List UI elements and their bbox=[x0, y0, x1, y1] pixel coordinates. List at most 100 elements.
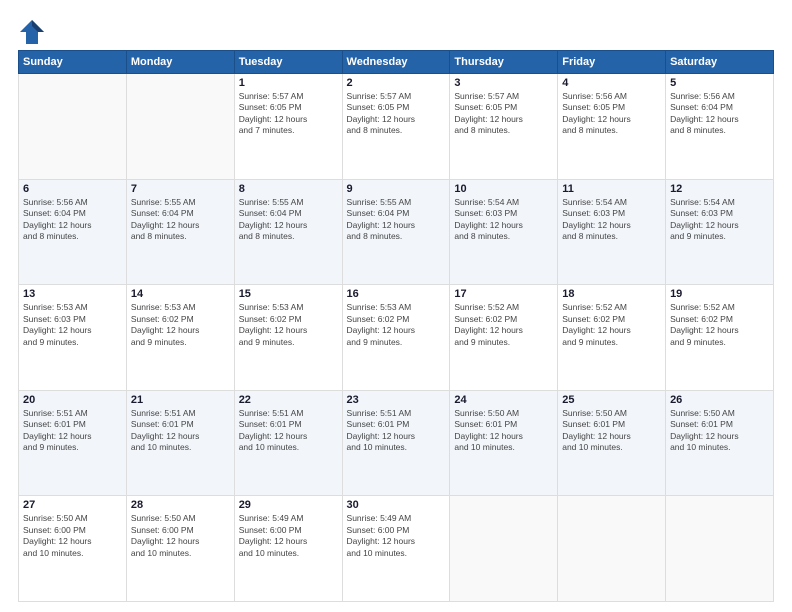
day-info: Sunrise: 5:56 AM Sunset: 6:05 PM Dayligh… bbox=[562, 91, 661, 137]
day-number: 25 bbox=[562, 394, 661, 406]
day-number: 21 bbox=[131, 394, 230, 406]
calendar-week-row: 6Sunrise: 5:56 AM Sunset: 6:04 PM Daylig… bbox=[19, 179, 774, 285]
day-number: 11 bbox=[562, 183, 661, 195]
day-number: 13 bbox=[23, 288, 122, 300]
day-number: 4 bbox=[562, 77, 661, 89]
calendar-cell: 2 Sunrise: 5:57 AM Sunset: 6:05 PM Daylig… bbox=[342, 74, 450, 180]
calendar-cell: 11 Sunrise: 5:54 AM Sunset: 6:03 PM Dayli… bbox=[558, 179, 666, 285]
day-info: Sunrise: 5:55 AM Sunset: 6:04 PM Dayligh… bbox=[131, 197, 230, 243]
calendar-header-friday: Friday bbox=[558, 51, 666, 74]
calendar-cell: 19 Sunrise: 5:52 AM Sunset: 6:02 PM Dayli… bbox=[666, 285, 774, 391]
header bbox=[18, 18, 774, 46]
day-number: 17 bbox=[454, 288, 553, 300]
calendar-header-row: SundayMondayTuesdayWednesdayThursdayFrid… bbox=[19, 51, 774, 74]
day-number: 3 bbox=[454, 77, 553, 89]
calendar-cell: 6Sunrise: 5:56 AM Sunset: 6:04 PM Daylig… bbox=[19, 179, 127, 285]
day-number: 20 bbox=[23, 394, 122, 406]
day-info: Sunrise: 5:51 AM Sunset: 6:01 PM Dayligh… bbox=[347, 408, 446, 454]
day-number: 28 bbox=[131, 499, 230, 511]
calendar-table: SundayMondayTuesdayWednesdayThursdayFrid… bbox=[18, 50, 774, 602]
calendar-header-wednesday: Wednesday bbox=[342, 51, 450, 74]
calendar-cell: 29 Sunrise: 5:49 AM Sunset: 6:00 PM Dayli… bbox=[234, 496, 342, 602]
day-number: 27 bbox=[23, 499, 122, 511]
calendar-cell: 3 Sunrise: 5:57 AM Sunset: 6:05 PM Daylig… bbox=[450, 74, 558, 180]
day-number: 8 bbox=[239, 183, 338, 195]
day-info: Sunrise: 5:52 AM Sunset: 6:02 PM Dayligh… bbox=[670, 302, 769, 348]
calendar-cell: 25 Sunrise: 5:50 AM Sunset: 6:01 PM Dayli… bbox=[558, 390, 666, 496]
day-number: 19 bbox=[670, 288, 769, 300]
calendar-header-thursday: Thursday bbox=[450, 51, 558, 74]
day-info: Sunrise: 5:52 AM Sunset: 6:02 PM Dayligh… bbox=[562, 302, 661, 348]
day-info: Sunrise: 5:54 AM Sunset: 6:03 PM Dayligh… bbox=[670, 197, 769, 243]
calendar-cell: 18 Sunrise: 5:52 AM Sunset: 6:02 PM Dayli… bbox=[558, 285, 666, 391]
day-info: Sunrise: 5:57 AM Sunset: 6:05 PM Dayligh… bbox=[239, 91, 338, 137]
calendar-cell: 13 Sunrise: 5:53 AM Sunset: 6:03 PM Dayli… bbox=[19, 285, 127, 391]
calendar-cell: 23 Sunrise: 5:51 AM Sunset: 6:01 PM Dayli… bbox=[342, 390, 450, 496]
day-info: Sunrise: 5:50 AM Sunset: 6:01 PM Dayligh… bbox=[670, 408, 769, 454]
calendar-cell bbox=[558, 496, 666, 602]
day-number: 5 bbox=[670, 77, 769, 89]
day-number: 2 bbox=[347, 77, 446, 89]
day-info: Sunrise: 5:55 AM Sunset: 6:04 PM Dayligh… bbox=[239, 197, 338, 243]
calendar-cell: 9 Sunrise: 5:55 AM Sunset: 6:04 PM Daylig… bbox=[342, 179, 450, 285]
calendar-week-row: 27 Sunrise: 5:50 AM Sunset: 6:00 PM Dayli… bbox=[19, 496, 774, 602]
calendar-cell: 26 Sunrise: 5:50 AM Sunset: 6:01 PM Dayli… bbox=[666, 390, 774, 496]
day-info: Sunrise: 5:53 AM Sunset: 6:02 PM Dayligh… bbox=[131, 302, 230, 348]
day-info: Sunrise: 5:50 AM Sunset: 6:01 PM Dayligh… bbox=[454, 408, 553, 454]
calendar-cell: 30Sunrise: 5:49 AM Sunset: 6:00 PM Dayli… bbox=[342, 496, 450, 602]
day-number: 22 bbox=[239, 394, 338, 406]
calendar-cell: 14 Sunrise: 5:53 AM Sunset: 6:02 PM Dayli… bbox=[126, 285, 234, 391]
day-info: Sunrise: 5:54 AM Sunset: 6:03 PM Dayligh… bbox=[562, 197, 661, 243]
day-info: Sunrise: 5:52 AM Sunset: 6:02 PM Dayligh… bbox=[454, 302, 553, 348]
day-number: 14 bbox=[131, 288, 230, 300]
calendar-header-sunday: Sunday bbox=[19, 51, 127, 74]
calendar-header-tuesday: Tuesday bbox=[234, 51, 342, 74]
day-info: Sunrise: 5:55 AM Sunset: 6:04 PM Dayligh… bbox=[347, 197, 446, 243]
day-info: Sunrise: 5:54 AM Sunset: 6:03 PM Dayligh… bbox=[454, 197, 553, 243]
calendar-cell: 12 Sunrise: 5:54 AM Sunset: 6:03 PM Dayli… bbox=[666, 179, 774, 285]
calendar-cell: 28 Sunrise: 5:50 AM Sunset: 6:00 PM Dayli… bbox=[126, 496, 234, 602]
day-info: Sunrise: 5:56 AM Sunset: 6:04 PM Dayligh… bbox=[670, 91, 769, 137]
day-number: 16 bbox=[347, 288, 446, 300]
calendar-cell: 17 Sunrise: 5:52 AM Sunset: 6:02 PM Dayli… bbox=[450, 285, 558, 391]
day-info: Sunrise: 5:57 AM Sunset: 6:05 PM Dayligh… bbox=[454, 91, 553, 137]
calendar-cell: 7 Sunrise: 5:55 AM Sunset: 6:04 PM Daylig… bbox=[126, 179, 234, 285]
day-number: 12 bbox=[670, 183, 769, 195]
day-info: Sunrise: 5:57 AM Sunset: 6:05 PM Dayligh… bbox=[347, 91, 446, 137]
calendar-cell: 15Sunrise: 5:53 AM Sunset: 6:02 PM Dayli… bbox=[234, 285, 342, 391]
calendar-header-monday: Monday bbox=[126, 51, 234, 74]
calendar-cell: 1 Sunrise: 5:57 AM Sunset: 6:05 PM Daylig… bbox=[234, 74, 342, 180]
calendar-cell bbox=[126, 74, 234, 180]
day-info: Sunrise: 5:51 AM Sunset: 6:01 PM Dayligh… bbox=[131, 408, 230, 454]
day-info: Sunrise: 5:51 AM Sunset: 6:01 PM Dayligh… bbox=[23, 408, 122, 454]
day-number: 6 bbox=[23, 183, 122, 195]
day-info: Sunrise: 5:50 AM Sunset: 6:01 PM Dayligh… bbox=[562, 408, 661, 454]
day-number: 18 bbox=[562, 288, 661, 300]
day-number: 29 bbox=[239, 499, 338, 511]
logo-icon bbox=[18, 18, 46, 46]
day-info: Sunrise: 5:49 AM Sunset: 6:00 PM Dayligh… bbox=[239, 513, 338, 559]
day-number: 9 bbox=[347, 183, 446, 195]
calendar-cell: 27 Sunrise: 5:50 AM Sunset: 6:00 PM Dayli… bbox=[19, 496, 127, 602]
calendar-cell: 20 Sunrise: 5:51 AM Sunset: 6:01 PM Dayli… bbox=[19, 390, 127, 496]
calendar-cell: 24 Sunrise: 5:50 AM Sunset: 6:01 PM Dayli… bbox=[450, 390, 558, 496]
day-info: Sunrise: 5:50 AM Sunset: 6:00 PM Dayligh… bbox=[131, 513, 230, 559]
calendar-cell: 5 Sunrise: 5:56 AM Sunset: 6:04 PM Daylig… bbox=[666, 74, 774, 180]
day-number: 15 bbox=[239, 288, 338, 300]
calendar-cell: 8 Sunrise: 5:55 AM Sunset: 6:04 PM Daylig… bbox=[234, 179, 342, 285]
page: SundayMondayTuesdayWednesdayThursdayFrid… bbox=[0, 0, 792, 612]
day-number: 24 bbox=[454, 394, 553, 406]
day-info: Sunrise: 5:53 AM Sunset: 6:03 PM Dayligh… bbox=[23, 302, 122, 348]
day-info: Sunrise: 5:50 AM Sunset: 6:00 PM Dayligh… bbox=[23, 513, 122, 559]
calendar-cell: 22 Sunrise: 5:51 AM Sunset: 6:01 PM Dayli… bbox=[234, 390, 342, 496]
day-number: 30 bbox=[347, 499, 446, 511]
calendar-cell bbox=[450, 496, 558, 602]
calendar-cell: 10Sunrise: 5:54 AM Sunset: 6:03 PM Dayli… bbox=[450, 179, 558, 285]
day-number: 23 bbox=[347, 394, 446, 406]
day-number: 1 bbox=[239, 77, 338, 89]
calendar-cell: 16Sunrise: 5:53 AM Sunset: 6:02 PM Dayli… bbox=[342, 285, 450, 391]
day-number: 26 bbox=[670, 394, 769, 406]
day-info: Sunrise: 5:51 AM Sunset: 6:01 PM Dayligh… bbox=[239, 408, 338, 454]
day-number: 7 bbox=[131, 183, 230, 195]
logo bbox=[18, 18, 50, 46]
